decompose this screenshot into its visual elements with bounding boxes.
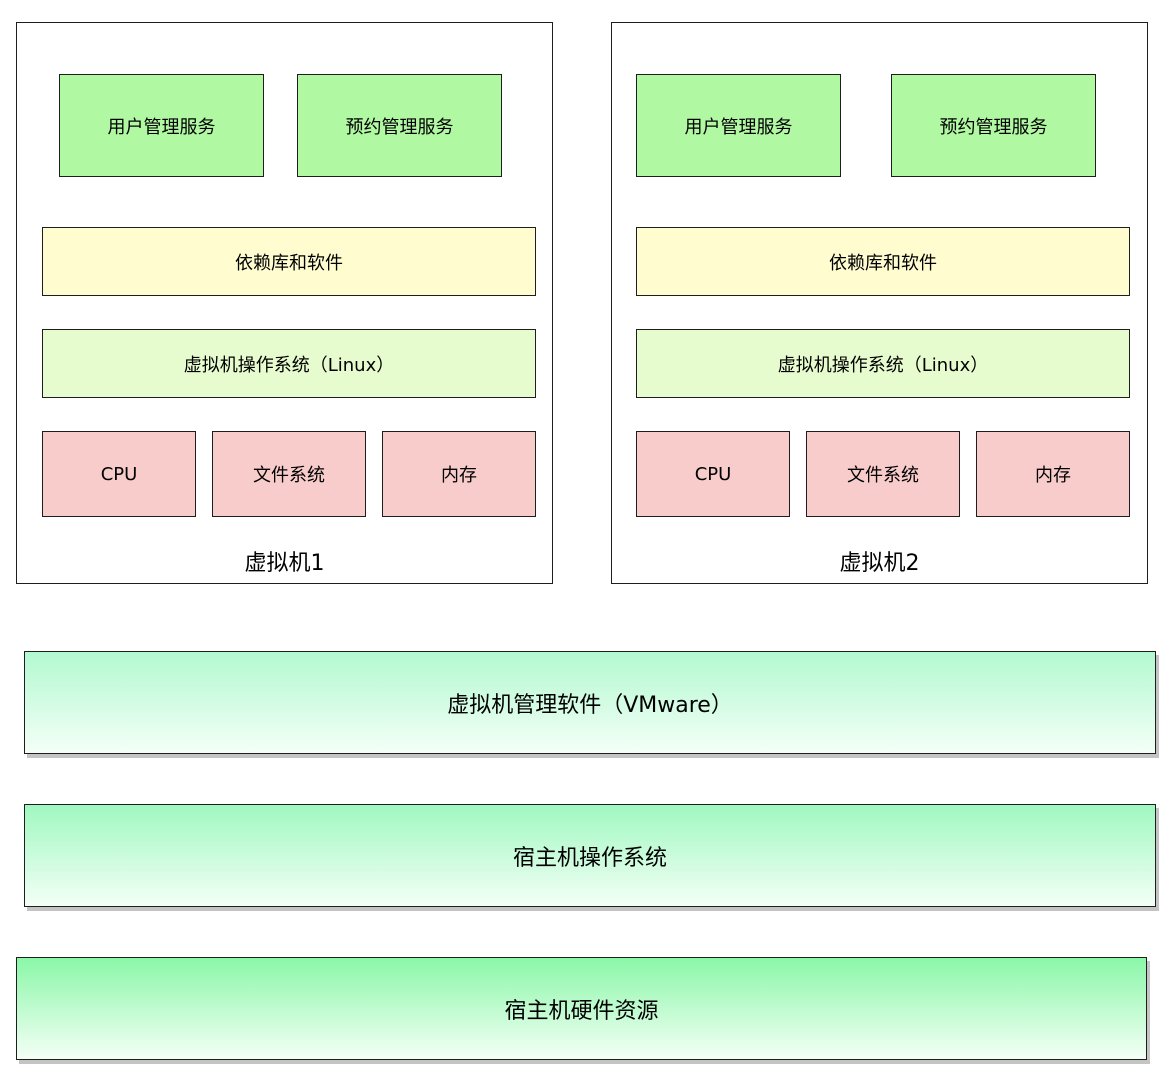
- guest-os-linux: 虚拟机操作系统（Linux）: [636, 329, 1130, 398]
- booking-management-service: 预约管理服务: [297, 74, 502, 177]
- host-os-layer: 宿主机操作系统: [24, 804, 1156, 907]
- dependencies-and-software: 依赖库和软件: [42, 227, 536, 296]
- host-hardware-layer: 宿主机硬件资源: [16, 957, 1147, 1060]
- resource-memory: 内存: [976, 431, 1130, 517]
- booking-management-service: 预约管理服务: [891, 74, 1096, 177]
- user-management-service: 用户管理服务: [59, 74, 264, 177]
- dependencies-and-software: 依赖库和软件: [636, 227, 1130, 296]
- resource-cpu: CPU: [636, 431, 790, 517]
- virtual-machine-1: 用户管理服务 预约管理服务 依赖库和软件 虚拟机操作系统（Linux） CPU …: [16, 22, 553, 584]
- vm-label: 虚拟机1: [244, 551, 325, 576]
- user-management-service: 用户管理服务: [636, 74, 841, 177]
- resource-filesystem: 文件系统: [806, 431, 960, 517]
- vm-label: 虚拟机2: [839, 551, 920, 576]
- resource-memory: 内存: [382, 431, 536, 517]
- virtual-machine-2: 用户管理服务 预约管理服务 依赖库和软件 虚拟机操作系统（Linux） CPU …: [611, 22, 1148, 584]
- resource-cpu: CPU: [42, 431, 196, 517]
- guest-os-linux: 虚拟机操作系统（Linux）: [42, 329, 536, 398]
- resource-filesystem: 文件系统: [212, 431, 366, 517]
- hypervisor-layer: 虚拟机管理软件（VMware）: [24, 651, 1156, 754]
